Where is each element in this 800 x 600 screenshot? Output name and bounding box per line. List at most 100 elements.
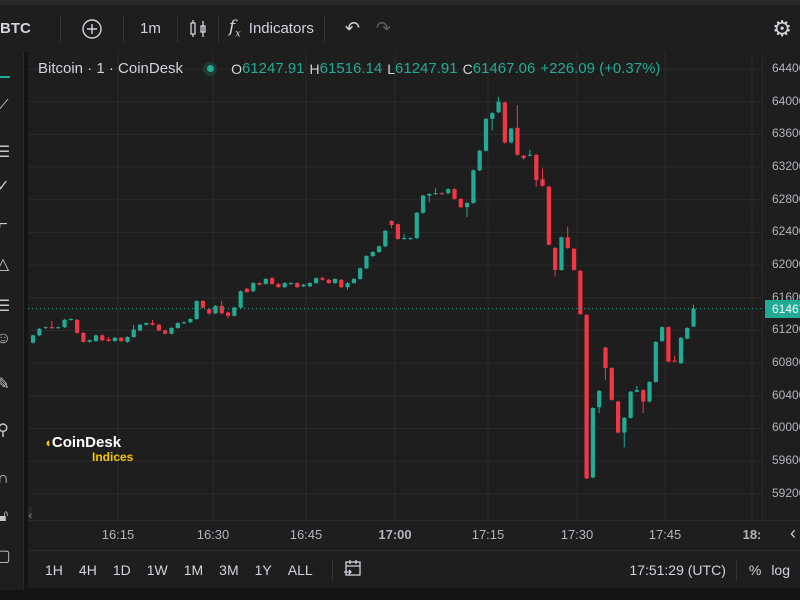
range-button-1y[interactable]: 1Y — [250, 562, 277, 578]
gear-icon: ⚙ — [772, 15, 792, 41]
time-tick: 16:30 — [196, 527, 230, 542]
candle-body — [225, 312, 231, 316]
range-button-1d[interactable]: 1D — [108, 562, 136, 578]
interval-button[interactable]: 1m — [140, 20, 161, 37]
date-range-button[interactable] — [343, 558, 363, 581]
candle-body — [238, 291, 243, 308]
candle-body — [62, 319, 67, 328]
text-tool-icon[interactable]: ⌐ — [0, 216, 14, 234]
candle-body — [603, 347, 608, 369]
range-buttons: 1H 4H 1D 1W 1M 3M 1Y ALL — [34, 562, 318, 578]
divider — [217, 15, 219, 42]
coindesk-indices-logo: ◖CoinDesk Indices — [44, 434, 134, 464]
plus-circle-icon — [82, 18, 102, 39]
redo-icon: ↷ — [375, 18, 392, 38]
candle-body — [339, 279, 344, 288]
candle-body — [43, 327, 48, 329]
price-axis[interactable]: 6440064000636006320062800624006200061600… — [762, 52, 800, 520]
candle-body — [427, 194, 432, 196]
pattern-tool-icon[interactable]: △ — [0, 254, 14, 274]
time-tick: 17:30 — [560, 527, 594, 542]
redo-button[interactable]: ↷ — [376, 18, 391, 39]
candle-body — [527, 154, 533, 156]
bottom-bar: 1H 4H 1D 1W 1M 3M 1Y ALL 17:51:29 (UTC) % log — [28, 550, 800, 588]
candle-body — [81, 332, 86, 342]
candle-body — [301, 284, 306, 287]
visibility-tool-icon[interactable]: ▢ — [0, 546, 14, 566]
candle-body — [622, 417, 627, 433]
candle-body — [647, 381, 652, 402]
fib-tool-icon[interactable]: ☰ — [0, 142, 14, 162]
price-tick: 64000 — [772, 93, 800, 108]
active-indicator — [0, 76, 10, 78]
divider — [123, 15, 124, 42]
brush-tool-icon[interactable]: ✓ — [0, 176, 14, 196]
candle-body — [660, 327, 665, 342]
candlestick-chart[interactable] — [28, 52, 762, 520]
scroll-right-button[interactable]: ‹ — [790, 523, 796, 544]
indicators-button[interactable]: fx Indicators — [229, 17, 314, 39]
range-button-all[interactable]: ALL — [283, 562, 318, 578]
candle-body — [169, 327, 174, 334]
candle-body — [257, 283, 262, 285]
chart-pane[interactable]: Bitcoin · 1 · CoinDesk O 61247.91 H 61516.… — [28, 52, 762, 520]
ruler-tool-icon[interactable]: ✎ — [0, 374, 14, 394]
candle-body — [314, 278, 319, 284]
emoji-tool-icon[interactable]: ☺ — [0, 330, 14, 348]
close-label: C — [462, 60, 473, 77]
range-button-4h[interactable]: 4H — [74, 562, 102, 578]
trendline-tool-icon[interactable]: ⟋ — [0, 98, 14, 116]
candle-body — [68, 319, 73, 321]
candle-body — [364, 256, 369, 269]
add-symbol-button[interactable] — [81, 18, 103, 40]
indicators-label: Indicators — [248, 19, 314, 37]
price-tick: 64400 — [772, 61, 800, 75]
symbol-button[interactable]: BTC — [0, 20, 40, 37]
candle-body — [219, 305, 224, 314]
range-button-1w[interactable]: 1W — [142, 562, 173, 578]
candle-body — [163, 330, 168, 334]
candle-body — [609, 368, 614, 400]
candle-body — [282, 283, 287, 288]
percent-toggle[interactable]: % — [749, 562, 761, 578]
candle-body — [119, 337, 124, 342]
candle-body — [358, 268, 363, 279]
log-toggle[interactable]: log — [771, 562, 790, 578]
candle-body — [175, 323, 180, 328]
range-button-3m[interactable]: 3M — [214, 562, 243, 578]
candle-body — [181, 322, 187, 324]
candle-body — [263, 278, 268, 284]
logo-line1: CoinDesk — [51, 434, 122, 451]
series-title: Bitcoin · 1 · CoinDesk — [38, 60, 184, 77]
price-tick: 62400 — [772, 224, 800, 239]
price-tick: 60000 — [772, 420, 800, 435]
zoom-tool-icon[interactable]: ⚲ — [0, 420, 14, 440]
time-tick: 16:15 — [101, 527, 135, 542]
range-button-1m[interactable]: 1M — [179, 562, 208, 578]
range-button-1h[interactable]: 1H — [40, 562, 68, 578]
candle-body — [87, 340, 92, 342]
settings-button[interactable]: ⚙ — [772, 16, 792, 42]
current-price-label: 61467.06 — [765, 299, 800, 318]
candle-body — [213, 305, 218, 314]
magnet-tool-icon[interactable]: ∩ — [0, 470, 14, 488]
candle-body — [490, 113, 495, 119]
prediction-tool-icon[interactable]: ☰ — [0, 296, 14, 316]
collapse-toolbar-button[interactable]: ‹ — [28, 506, 32, 520]
clock[interactable]: 17:51:29 (UTC) — [629, 562, 725, 578]
undo-button[interactable]: ↶ — [345, 18, 360, 39]
candle-body — [477, 150, 482, 171]
candle-body — [188, 319, 193, 323]
price-tick: 62800 — [772, 191, 800, 206]
chart-type-button[interactable] — [188, 18, 208, 40]
candle-body — [446, 189, 451, 194]
lock-tool-icon[interactable]: 🔓︎ — [0, 508, 14, 526]
time-axis[interactable]: ‹ 16:15 16:30 16:45 17:00 17:15 17:30 17:45 18: — [28, 520, 800, 550]
candle-body — [100, 335, 105, 341]
undo-icon: ↶ — [344, 18, 360, 38]
price-tick: 63600 — [772, 126, 800, 141]
candle-body — [75, 319, 80, 333]
candle-body — [571, 248, 577, 270]
candle-body — [49, 327, 55, 329]
divider — [176, 15, 178, 42]
